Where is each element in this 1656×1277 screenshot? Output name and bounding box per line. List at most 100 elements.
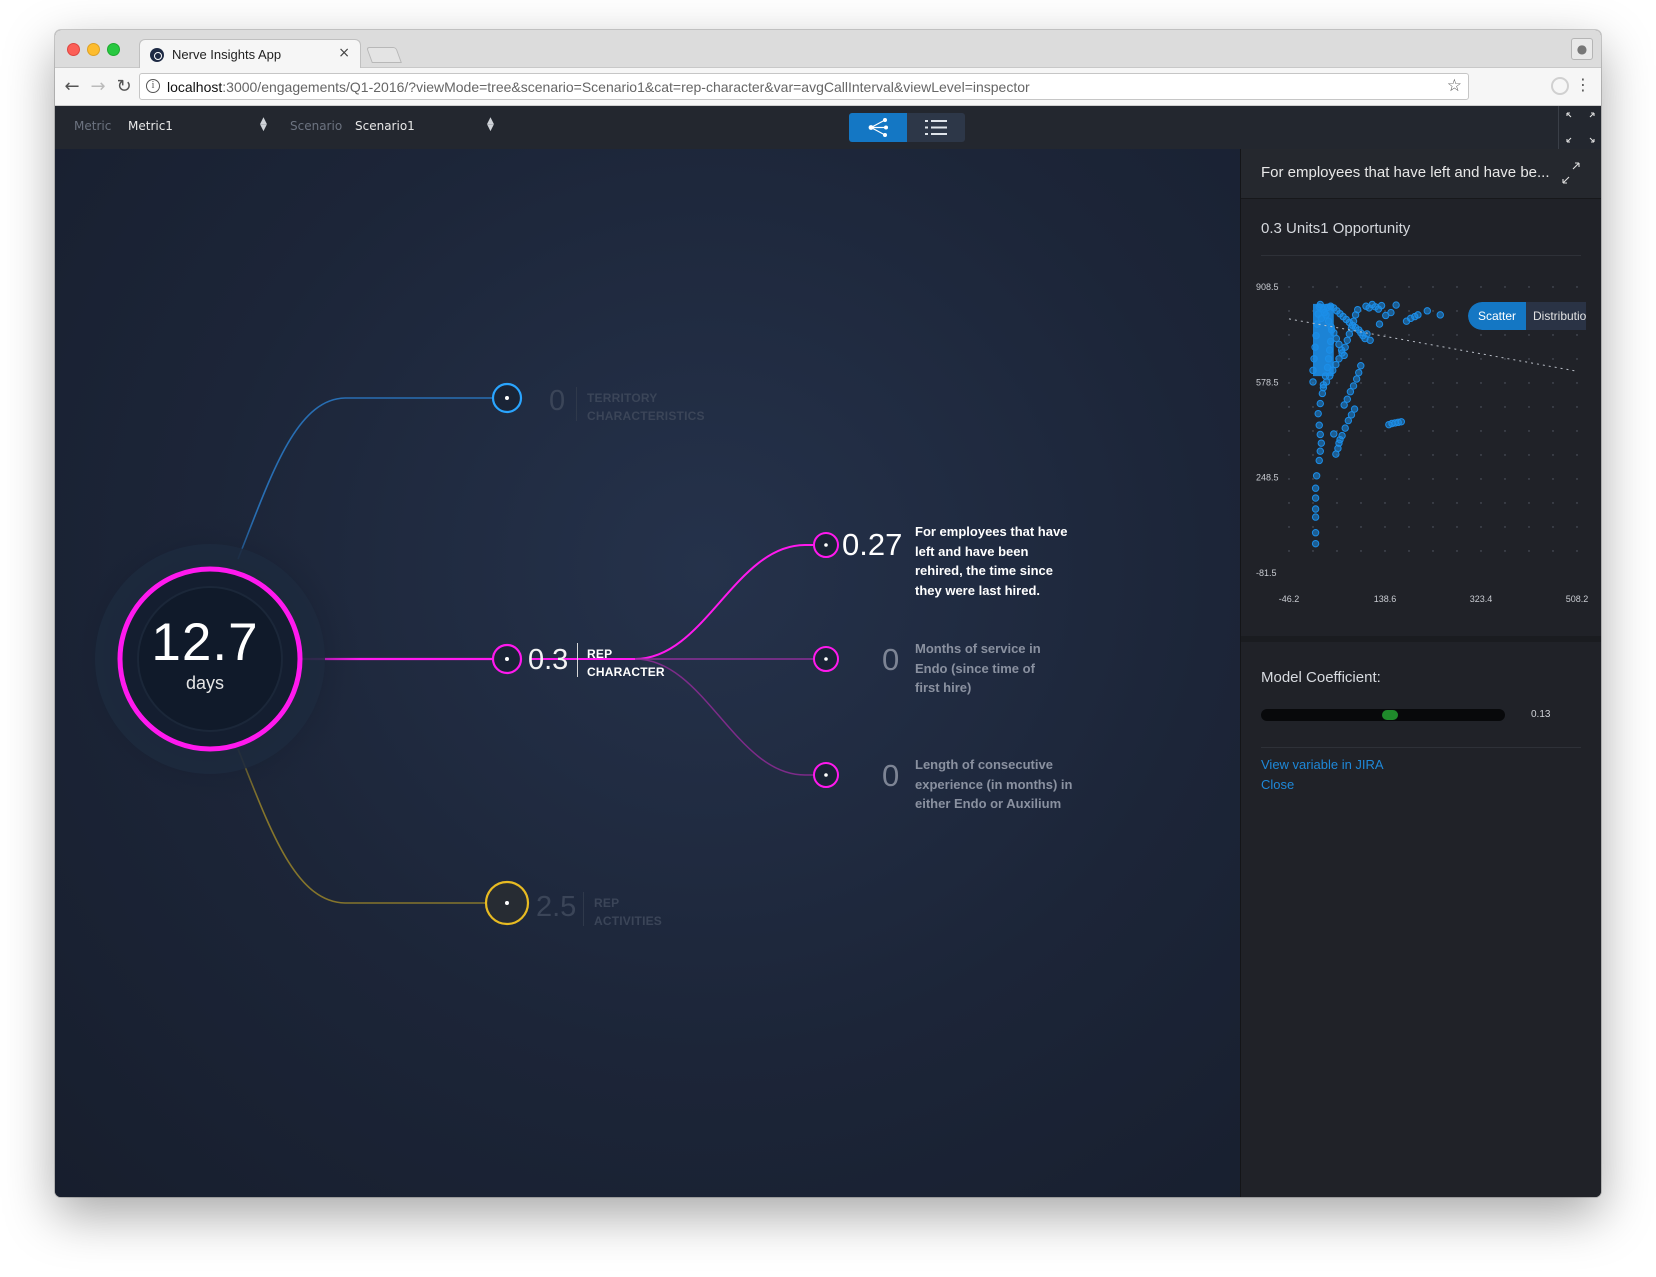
scatter-point	[1315, 421, 1323, 429]
scatter-button[interactable]: Scatter	[1468, 302, 1526, 330]
grid-dot	[1312, 454, 1314, 456]
grid-dot	[1408, 430, 1410, 432]
rep-activities-label[interactable]: REP ACTIVITIES	[594, 894, 662, 930]
back-icon[interactable]: ←	[61, 76, 83, 97]
grid-dot	[1384, 454, 1386, 456]
scatter-point	[1311, 484, 1320, 492]
x-tick-label: -46.2	[1279, 594, 1300, 604]
info-icon[interactable]: i	[146, 79, 160, 93]
grid-dot	[1504, 502, 1506, 504]
scatter-point	[1311, 539, 1320, 548]
grid-dot	[1480, 406, 1482, 408]
root-unit: days	[185, 673, 225, 693]
fullscreen-icon	[1566, 112, 1595, 143]
variable-2-value: 0	[882, 642, 900, 677]
app-root: Metric Metric1 ▲ ▼ Scenario Scenario1 ▲ ▼	[55, 106, 1601, 1197]
tab-close-icon[interactable]: ×	[338, 45, 350, 61]
scatter-point	[1375, 320, 1384, 328]
scatter-point	[1366, 336, 1374, 344]
address-bar[interactable]: i localhost:3000/engagements/Q1-2016/?vi…	[139, 73, 1469, 100]
rep-activities-label-line2: ACTIVITIES	[594, 914, 663, 928]
rep-character-divider	[577, 643, 578, 677]
grid-dot	[1432, 526, 1434, 528]
extension-icon[interactable]	[1551, 77, 1569, 95]
grid-dot	[1528, 406, 1530, 408]
grid-dot	[1360, 430, 1362, 432]
url-path: :3000/engagements/Q1-2016/?viewMode=tree…	[222, 79, 1030, 95]
browser-window: Nerve Insights App × ● ← → ↻ i localhost…	[55, 30, 1601, 1197]
menu-icon[interactable]: ⋮	[1575, 75, 1591, 94]
browser-toolbar: ← → ↻ i localhost:3000/engagements/Q1-20…	[55, 68, 1601, 106]
scatter-point	[1312, 472, 1321, 480]
grid-dot	[1504, 526, 1506, 528]
grid-dot	[1432, 382, 1434, 384]
expand-icon	[1562, 162, 1580, 184]
panel-divider-2	[1261, 747, 1581, 748]
profile-icon[interactable]: ●	[1571, 38, 1593, 60]
list-view-button[interactable]	[907, 113, 965, 142]
variable-node-1-dot	[824, 543, 828, 547]
grid-dot	[1288, 478, 1290, 480]
star-icon[interactable]: ☆	[1447, 76, 1462, 96]
grid-dot	[1528, 454, 1530, 456]
grid-dot	[1528, 502, 1530, 504]
scatter-point	[1315, 456, 1323, 465]
variable-1-description[interactable]: For employees that have left and have be…	[915, 522, 1075, 600]
grid-dot	[1552, 334, 1554, 336]
inspector-panel: For employees that have left and have be…	[1240, 149, 1601, 1197]
variable-2-description[interactable]: Months of service in Endo (since time of…	[915, 639, 1055, 698]
new-tab-button[interactable]	[366, 47, 402, 63]
grid-dot	[1552, 286, 1554, 288]
scatter-point	[1334, 444, 1342, 453]
scatter-point	[1341, 424, 1349, 432]
grid-dot	[1312, 406, 1314, 408]
grid-dot	[1528, 430, 1530, 432]
distribution-button[interactable]: Distributio	[1526, 302, 1586, 330]
minimize-window-button[interactable]	[87, 43, 100, 56]
x-tick-label: 138.6	[1374, 594, 1397, 604]
grid-dot	[1312, 478, 1314, 480]
y-tick-label: 248.5	[1256, 473, 1279, 483]
tree-view-button[interactable]	[849, 113, 907, 142]
grid-dot	[1456, 334, 1458, 336]
grid-dot	[1456, 310, 1458, 312]
scatter-point	[1317, 439, 1326, 447]
grid-dot	[1312, 550, 1314, 552]
close-window-button[interactable]	[67, 43, 80, 56]
scatter-point	[1311, 505, 1320, 513]
scatter-point	[1341, 343, 1349, 351]
grid-dot	[1408, 454, 1410, 456]
grid-dot	[1432, 478, 1434, 480]
fullscreen-button[interactable]	[1558, 106, 1601, 149]
metric-select-caret-icon[interactable]: ▲ ▼	[260, 117, 267, 133]
territory-label-line2: CHARACTERISTICS	[587, 409, 705, 423]
forward-icon[interactable]: →	[87, 76, 109, 97]
grid-dot	[1336, 550, 1338, 552]
metric-select[interactable]: Metric1	[128, 119, 173, 133]
browser-tab[interactable]: Nerve Insights App ×	[139, 39, 361, 69]
scatter-point	[1352, 375, 1361, 383]
grid-dot	[1288, 358, 1290, 360]
grid-dot	[1504, 454, 1506, 456]
zoom-window-button[interactable]	[107, 43, 120, 56]
reload-icon[interactable]: ↻	[113, 76, 135, 97]
expand-panel-button[interactable]	[1558, 159, 1586, 187]
grid-dot	[1576, 526, 1578, 528]
close-panel-link[interactable]: Close	[1261, 777, 1294, 792]
grid-dot	[1552, 430, 1554, 432]
url-text: localhost:3000/engagements/Q1-2016/?view…	[167, 79, 1030, 95]
view-in-jira-link[interactable]: View variable in JIRA	[1261, 757, 1384, 772]
variable-3-description[interactable]: Length of consecutive experience (in mon…	[915, 755, 1105, 814]
scatter-point	[1349, 382, 1358, 390]
grid-dot	[1432, 286, 1434, 288]
scenario-select-caret-icon[interactable]: ▲ ▼	[487, 117, 494, 133]
scenario-select[interactable]: Scenario1	[355, 119, 415, 133]
grid-dot	[1408, 310, 1410, 312]
x-tick-label: 508.2	[1566, 594, 1589, 604]
territory-label[interactable]: TERRITORY CHARACTERISTICS	[587, 389, 705, 425]
grid-dot	[1408, 526, 1410, 528]
rep-character-label[interactable]: REP CHARACTER	[587, 645, 665, 681]
scatter-point	[1343, 336, 1351, 344]
grid-dot	[1408, 502, 1410, 504]
rep-character-label-line1: REP	[587, 647, 613, 661]
